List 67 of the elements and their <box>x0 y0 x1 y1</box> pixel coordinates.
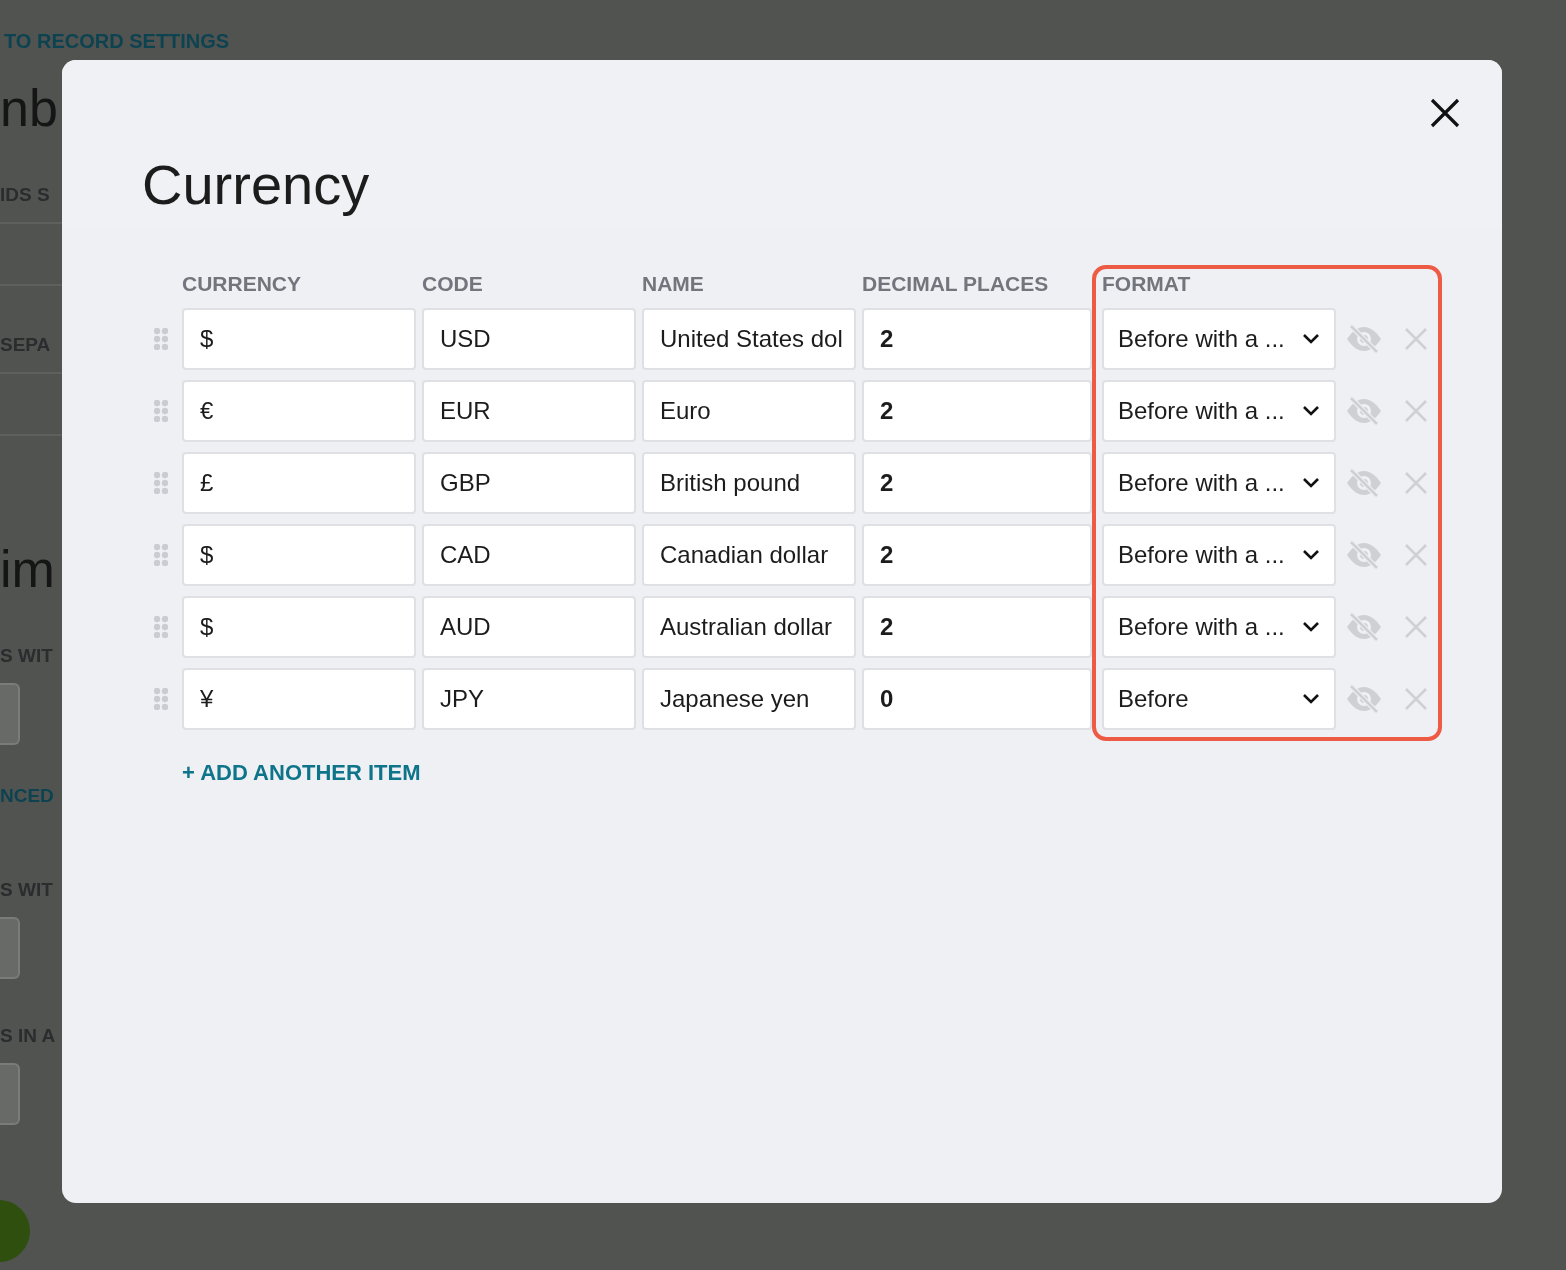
dialog-title: Currency <box>142 152 370 217</box>
page-heading: im <box>0 539 55 600</box>
format-dropdown[interactable]: Before with a ... <box>1102 452 1336 514</box>
chevron-down-icon <box>1302 405 1320 417</box>
drag-handle-icon[interactable] <box>154 472 168 494</box>
chevron-down-icon <box>1302 477 1320 489</box>
drag-handle-icon[interactable] <box>154 400 168 422</box>
column-header: DECIMAL PLACES <box>862 271 1050 297</box>
eye-slash-icon[interactable] <box>1345 612 1383 642</box>
decimal-field[interactable]: 2 <box>862 452 1092 514</box>
eye-slash-icon[interactable] <box>1345 540 1383 570</box>
code-field[interactable]: CAD <box>422 524 636 586</box>
currency-field[interactable]: $ <box>182 308 416 370</box>
column-header: CURRENCY <box>182 271 302 297</box>
format-dropdown[interactable]: Before <box>1102 668 1336 730</box>
chevron-down-icon <box>1302 621 1320 633</box>
page-heading: nb <box>0 78 58 139</box>
eye-slash-icon[interactable] <box>1345 324 1383 354</box>
input-field[interactable] <box>0 683 20 745</box>
code-field[interactable]: GBP <box>422 452 636 514</box>
name-field[interactable]: British pound <box>642 452 856 514</box>
code-field[interactable]: EUR <box>422 380 636 442</box>
drag-handle-icon[interactable] <box>154 328 168 350</box>
format-dropdown[interactable]: Before with a ... <box>1102 380 1336 442</box>
name-field[interactable]: Euro <box>642 380 856 442</box>
code-field[interactable]: AUD <box>422 596 636 658</box>
code-field[interactable]: JPY <box>422 668 636 730</box>
input-field[interactable] <box>0 917 20 979</box>
decimal-field[interactable]: 2 <box>862 380 1092 442</box>
delete-icon[interactable] <box>1404 687 1428 711</box>
chevron-down-icon <box>1302 549 1320 561</box>
currency-field[interactable]: $ <box>182 524 416 586</box>
name-field[interactable]: United States dol <box>642 308 856 370</box>
currency-field[interactable]: € <box>182 380 416 442</box>
input-field[interactable] <box>0 1063 20 1125</box>
format-dropdown[interactable]: Before with a ... <box>1102 308 1336 370</box>
format-dropdown[interactable]: Before with a ... <box>1102 524 1336 586</box>
add-item-link[interactable]: + ADD ANOTHER ITEM <box>182 760 421 786</box>
eye-slash-icon[interactable] <box>1345 468 1383 498</box>
decimal-field[interactable]: 0 <box>862 668 1092 730</box>
drag-handle-icon[interactable] <box>154 544 168 566</box>
format-dropdown[interactable]: Before with a ... <box>1102 596 1336 658</box>
decimal-field[interactable]: 2 <box>862 308 1092 370</box>
column-header: FORMAT <box>1101 271 1192 297</box>
delete-icon[interactable] <box>1404 543 1428 567</box>
close-icon[interactable] <box>1430 98 1460 128</box>
currency-field[interactable]: £ <box>182 452 416 514</box>
eye-slash-icon[interactable] <box>1345 684 1383 714</box>
column-header: NAME <box>642 271 705 297</box>
eye-slash-icon[interactable] <box>1345 396 1383 426</box>
drag-handle-icon[interactable] <box>154 616 168 638</box>
delete-icon[interactable] <box>1404 399 1428 423</box>
chevron-down-icon <box>1302 693 1320 705</box>
column-header: CODE <box>422 271 484 297</box>
decimal-field[interactable]: 2 <box>862 524 1092 586</box>
currency-field[interactable]: $ <box>182 596 416 658</box>
drag-handle-icon[interactable] <box>154 688 168 710</box>
delete-icon[interactable] <box>1404 327 1428 351</box>
name-field[interactable]: Canadian dollar <box>642 524 856 586</box>
name-field[interactable]: Japanese yen <box>642 668 856 730</box>
delete-icon[interactable] <box>1404 471 1428 495</box>
code-field[interactable]: USD <box>422 308 636 370</box>
currency-field[interactable]: ¥ <box>182 668 416 730</box>
decimal-field[interactable]: 2 <box>862 596 1092 658</box>
chevron-down-icon <box>1302 333 1320 345</box>
name-field[interactable]: Australian dollar <box>642 596 856 658</box>
delete-icon[interactable] <box>1404 615 1428 639</box>
